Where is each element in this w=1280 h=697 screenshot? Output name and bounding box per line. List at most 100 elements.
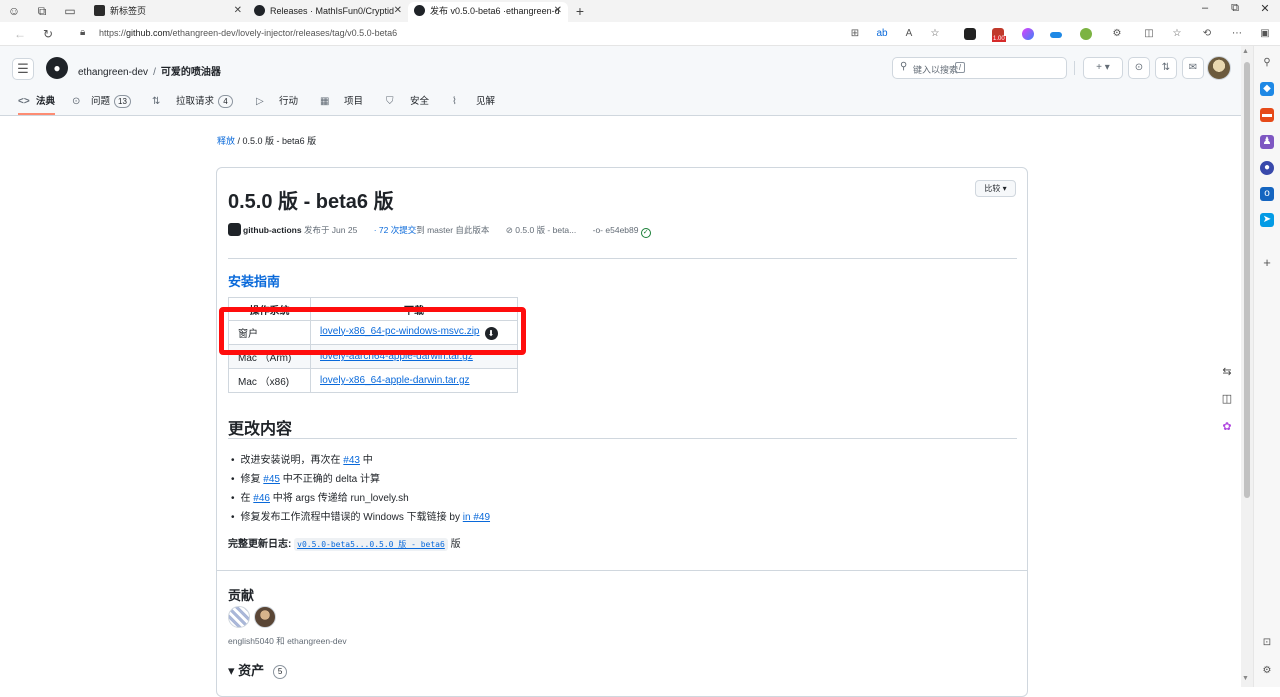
divider [228,258,1017,259]
pull-requests-icon[interactable]: ⇅ [1155,57,1177,79]
back-icon[interactable]: ← [12,26,28,42]
contributors-heading: 贡献 [228,588,255,603]
publish-date: 发布于 Jun 25 [303,225,358,235]
issues-icon[interactable]: ⊙ [1128,57,1150,79]
hide-sidebar-icon[interactable]: ⊡ [1260,636,1274,650]
copilot-float-icon[interactable]: ✿ [1218,418,1236,436]
pr-link[interactable]: in #49 [463,512,490,523]
page-scrollbar[interactable]: ▲ ▼ [1241,46,1253,687]
divider [228,438,1017,439]
tab-issues[interactable]: ⊙ 问题 13 [72,93,131,115]
translate-icon[interactable]: ab [875,27,889,41]
close-window-icon[interactable]: ✕ [1256,2,1274,15]
repo-link[interactable]: 可爱的喷油器 [161,67,221,78]
browser-tab-newtab[interactable]: 新标签页 ✕ [88,2,248,22]
add-sidebar-icon[interactable]: + [1260,256,1274,270]
sidebar-settings-icon[interactable]: ⚙ [1260,664,1274,678]
release-card: 0.5.0 版 - beta6 版 比较 ▾ github-actions 发布… [216,167,1028,697]
history-icon[interactable]: ⟲ [1200,27,1214,41]
extension-icon[interactable] [964,28,976,40]
browser-tab-releases-cryptid[interactable]: Releases · MathIsFun0/Cryptid ✕ [248,2,408,22]
more-menu-icon[interactable]: ⋯ [1230,27,1244,41]
download-link-mac-x86[interactable]: lovely-x86_64-apple-darwin.tar.gz [320,375,470,386]
url-field[interactable]: 🔒︎ https://github.com/ethangreen-dev/lov… [68,25,948,43]
restore-icon[interactable]: ⧉ [1226,2,1244,15]
contributor-avatar[interactable] [228,606,250,628]
github-logo-icon[interactable]: ● [46,57,68,79]
new-tab-button[interactable]: + [572,3,588,19]
os-cell: Mac （x86) [228,368,311,393]
breadcrumb-current: 0.5.0 版 - beta6 版 [242,136,317,146]
owner-link[interactable]: ethangreen-dev [78,67,148,78]
commit-link[interactable]: e54eb89 [605,225,638,235]
scrollbar-thumb[interactable] [1244,62,1250,498]
translate-float-icon[interactable]: ⇆ [1218,363,1236,381]
outlook-icon[interactable]: o [1260,187,1274,201]
inbox-icon[interactable]: ✉ [1182,57,1204,79]
games-icon[interactable]: ♟ [1260,135,1274,149]
pr-link[interactable]: #45 [263,474,280,485]
releases-link[interactable]: 释放 [217,136,235,146]
reader-float-icon[interactable]: ◫ [1218,390,1236,408]
extension-icon[interactable] [1050,32,1062,38]
assets-heading: ▾ 资产 [228,663,265,678]
favorites-icon[interactable]: ☆ [1170,27,1184,41]
workspaces-icon[interactable]: ⧉ [34,3,50,19]
pr-link[interactable]: #46 [253,493,270,504]
tag-link[interactable]: 0.5.0 版 - beta... [515,225,576,235]
refresh-icon[interactable]: ↻ [40,26,56,42]
search-sidebar-icon[interactable]: ⚲ [1260,56,1274,70]
profile-icon[interactable]: ☺ [6,3,22,19]
scroll-down-icon[interactable]: ▼ [1242,675,1249,682]
code-icon: <> [18,96,30,107]
search-icon: ⚲ [900,61,908,72]
office-icon[interactable]: ● [1260,161,1274,175]
close-tab-icon[interactable]: ✕ [554,2,562,20]
close-tab-icon[interactable]: ✕ [394,2,402,20]
tab-insights[interactable]: ⌇ 见解 [452,93,495,115]
search-input[interactable]: ⚲ 键入以搜索 / [892,57,1067,79]
compare-link[interactable]: v0.5.0-beta5...0.5.0 版 - beta6 [294,538,448,551]
sidebar-toggle-icon[interactable]: ▣ [1258,27,1272,41]
scroll-up-icon[interactable]: ▲ [1242,48,1249,55]
tools-icon[interactable]: ▬ [1260,108,1274,122]
tab-actions[interactable]: ▷ 行动 [256,93,298,115]
extensions-puzzle-icon[interactable]: ⚙ [1110,27,1124,41]
graph-icon: ⌇ [452,96,457,107]
play-icon: ▷ [256,96,264,107]
shopping-icon[interactable]: ◆ [1260,82,1274,96]
commits-link[interactable]: · 72 次提交 [374,225,417,235]
search-shortcut-key: / [955,62,965,73]
tab-code[interactable]: <> 法典 [18,93,56,115]
contributor-avatar[interactable] [254,606,276,628]
user-avatar[interactable] [1207,56,1231,80]
read-aloud-icon[interactable]: A [902,27,916,41]
tab-actions-icon[interactable]: ▭ [62,3,78,19]
apps-icon[interactable]: ⊞ [848,27,862,41]
tab-security[interactable]: ⛉ 安全 [386,93,429,115]
tab-pull-requests[interactable]: ⇅ 拉取请求 4 [152,93,234,115]
compare-button[interactable]: 比较 ▾ [975,180,1016,197]
table-row: Mac （x86) lovely-x86_64-apple-darwin.tar… [228,368,518,393]
tab-projects[interactable]: ▦ 项目 [320,93,363,115]
create-new-button[interactable]: + ▾ [1083,57,1123,79]
browser-tab-strip: ☺ ⧉ ▭ 新标签页 ✕ Releases · MathIsFun0/Crypt… [0,0,1280,22]
hamburger-menu-button[interactable]: ☰ [12,58,34,80]
assets-toggle[interactable]: ▾ 资产 5 [228,660,288,679]
breadcrumb-separator: / [153,67,156,78]
browser-tab-release-beta6[interactable]: 发布 v0.5.0-beta6 ·ethangreen-d ✕ [408,2,568,22]
favorite-star-icon[interactable]: ☆ [928,27,942,41]
minimize-icon[interactable]: – [1196,2,1214,14]
header-divider [1074,61,1075,75]
github-favicon-icon [254,5,265,16]
extension-icon[interactable] [1080,28,1092,40]
tab-title: Releases · MathIsFun0/Cryptid [270,6,395,16]
send-icon[interactable]: ➤ [1260,213,1274,227]
github-actions-avatar[interactable] [228,223,241,236]
pr-link[interactable]: #43 [343,455,360,466]
close-tab-icon[interactable]: ✕ [234,2,242,20]
author-link[interactable]: github-actions [243,225,302,235]
split-screen-icon[interactable]: ◫ [1142,27,1156,41]
copilot-extension-icon[interactable] [1022,28,1034,40]
file-cell: lovely-x86_64-apple-darwin.tar.gz [310,368,518,393]
